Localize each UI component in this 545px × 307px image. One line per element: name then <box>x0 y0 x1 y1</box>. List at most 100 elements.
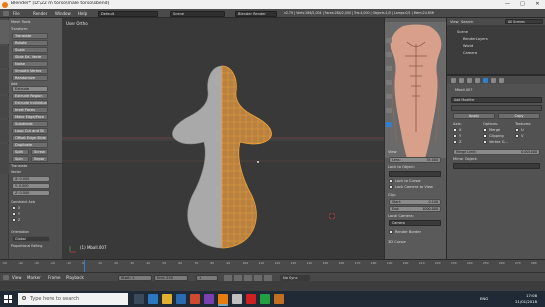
constraint-z-checkbox[interactable] <box>12 218 16 222</box>
inset-faces-button[interactable]: Inset Faces <box>12 107 48 113</box>
blender-taskbar-icon[interactable] <box>218 294 228 304</box>
app-red-icon[interactable] <box>246 294 256 304</box>
merge-checkbox[interactable] <box>483 128 487 132</box>
app-green-icon[interactable] <box>260 294 270 304</box>
scale-button[interactable]: Scale <box>12 47 48 53</box>
render-border-checkbox[interactable] <box>389 230 393 234</box>
apply-button[interactable]: Apply <box>453 113 495 119</box>
scene-select[interactable]: Scene <box>170 10 225 17</box>
next-key-button[interactable] <box>254 274 262 281</box>
make-edge-face-button[interactable]: Make Edge/Face <box>12 114 48 120</box>
render-tab-icon[interactable] <box>451 77 456 83</box>
nav-button-7[interactable] <box>386 122 392 127</box>
offset-edge-slide-button[interactable]: Offset Edge Slide <box>12 135 48 141</box>
vector-y-field[interactable]: Y: 0.000 <box>12 183 50 189</box>
outliner-view-menu[interactable]: View <box>450 20 459 24</box>
file-explorer-icon[interactable] <box>162 294 172 304</box>
nav-button-1[interactable] <box>386 38 392 43</box>
split-button[interactable]: Split <box>12 149 29 155</box>
constraint-x-checkbox[interactable] <box>12 206 16 210</box>
vertex-groups-checkbox[interactable] <box>483 140 487 144</box>
3d-viewport[interactable]: User Ortho (1) Mball.007 <box>62 18 384 259</box>
material-tab-icon[interactable] <box>499 77 504 83</box>
nav-button-2[interactable] <box>386 52 392 57</box>
sync-select[interactable]: No Sync <box>280 274 310 281</box>
separate-button[interactable]: Separ <box>31 156 48 162</box>
jump-start-button[interactable] <box>224 274 232 281</box>
translate-button[interactable]: Translate <box>12 33 48 39</box>
maximize-button[interactable]: □ <box>515 0 530 9</box>
lens-field[interactable]: Lens: 35.000 <box>389 157 441 163</box>
copy-button[interactable]: Copy <box>498 113 540 119</box>
outliner-item-camera[interactable]: Camera <box>463 51 477 55</box>
tab-options[interactable] <box>0 120 9 142</box>
tab-shading[interactable] <box>0 96 9 118</box>
clip-end-field[interactable]: End: 1000.000 <box>389 206 441 212</box>
nav-button-5[interactable] <box>386 94 392 99</box>
constraint-y-checkbox[interactable] <box>12 212 16 216</box>
menu-render[interactable]: Render <box>33 11 47 16</box>
play-button[interactable] <box>244 274 252 281</box>
clock[interactable]: 17:08 21/01/2018 <box>515 293 537 304</box>
rotate-button[interactable]: Rotate <box>12 40 48 46</box>
noise-button[interactable]: Noise <box>12 61 48 67</box>
axis-y-checkbox[interactable] <box>453 134 457 138</box>
timeline-menu-playback[interactable]: Playback <box>66 275 84 280</box>
texture-v-checkbox[interactable] <box>515 134 519 138</box>
nav-button-3[interactable] <box>386 66 392 71</box>
outliner-item-world[interactable]: World <box>463 44 473 48</box>
clip-start-field[interactable]: Start: 0.100 <box>389 199 441 205</box>
smooth-vertex-button[interactable]: Smooth Vertex <box>12 68 48 74</box>
app-white-icon[interactable] <box>232 294 242 304</box>
clipping-checkbox[interactable] <box>483 134 487 138</box>
vector-z-field[interactable]: Z: 0.000 <box>12 190 50 196</box>
timeline-menu-marker[interactable]: Marker <box>27 275 41 280</box>
render-engine-select[interactable]: Blender Render <box>235 10 277 17</box>
tab-grease-pencil[interactable] <box>0 144 9 174</box>
vector-x-field[interactable]: X: 0.000 <box>12 176 50 182</box>
data-tab-icon[interactable] <box>491 77 496 83</box>
outliner-item-renderlayers[interactable]: RenderLayers <box>463 37 488 41</box>
screw-button[interactable]: Screw <box>31 149 48 155</box>
minimize-button[interactable]: — <box>500 0 515 9</box>
world-tab-icon[interactable] <box>467 77 472 83</box>
nav-button-4[interactable] <box>386 80 392 85</box>
menu-window[interactable]: Window <box>55 11 71 16</box>
spin-button[interactable]: Spin <box>12 156 29 162</box>
office-icon[interactable] <box>190 294 200 304</box>
loop-cut-button[interactable]: Loop Cut and Sli <box>12 128 48 134</box>
app-purple-icon[interactable] <box>204 294 214 304</box>
lock-camera-checkbox[interactable] <box>389 185 393 189</box>
tab-create[interactable] <box>0 46 9 68</box>
camera-field[interactable]: Camera <box>389 220 441 226</box>
editor-type-icon[interactable] <box>3 11 9 16</box>
store-icon[interactable] <box>176 294 186 304</box>
tab-tools[interactable] <box>0 20 9 44</box>
extrude-individual-button[interactable]: Extrude Individual <box>12 100 48 106</box>
subdivide-button[interactable]: Subdivide <box>12 121 48 127</box>
app-orange-icon[interactable] <box>274 294 284 304</box>
menu-help[interactable]: Help <box>78 11 87 16</box>
menu-file[interactable]: File <box>13 11 20 16</box>
timeline-editor-icon[interactable] <box>3 275 9 280</box>
add-modifier-select[interactable]: Add Modifier <box>451 97 542 103</box>
slide-edge-vertex-button[interactable]: Slide Ed. Verte <box>12 54 48 60</box>
edge-browser-icon[interactable] <box>148 294 158 304</box>
outliner-scope-select[interactable]: All Scenes <box>505 18 543 25</box>
object-tab-icon[interactable] <box>475 77 480 83</box>
extrude-region-button[interactable]: Extrude Region <box>12 93 48 99</box>
tab-relations[interactable] <box>0 70 9 94</box>
extrude-select[interactable]: Extrude <box>12 86 48 92</box>
close-button[interactable]: ✕ <box>530 0 545 9</box>
axis-x-checkbox[interactable] <box>453 128 457 132</box>
merge-limit-field[interactable]: Merge Limit: 0.001000 <box>453 149 540 155</box>
randomize-button[interactable]: Randomize <box>12 75 48 81</box>
screen-layout-select[interactable]: Default <box>98 10 158 17</box>
lock-cursor-checkbox[interactable] <box>389 179 393 183</box>
timeline-menu-frame[interactable]: Frame <box>48 275 60 280</box>
taskbar-search-input[interactable]: Type here to search <box>18 293 128 305</box>
task-view-icon[interactable] <box>134 294 144 304</box>
start-frame-field[interactable]: Start: 1 <box>118 274 152 281</box>
texture-u-checkbox[interactable] <box>515 128 519 132</box>
end-frame-field[interactable]: End: 250 <box>154 274 188 281</box>
